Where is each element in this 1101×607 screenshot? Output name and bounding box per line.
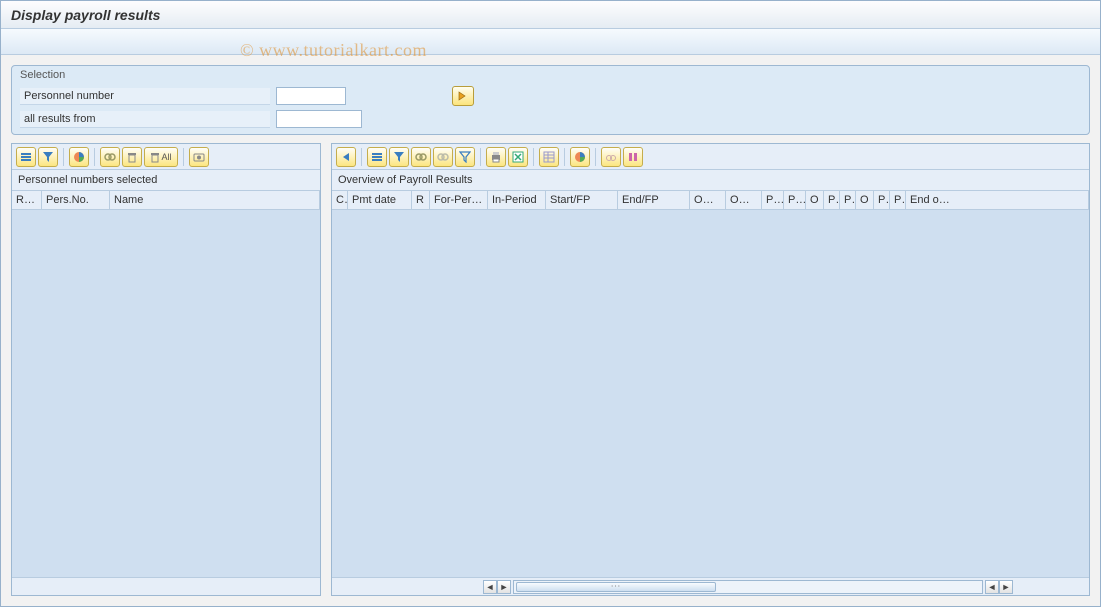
toolbar-separator: [183, 148, 184, 166]
binoculars-icon: [104, 151, 116, 163]
left-grid-header: R… Pers.No. Name: [12, 190, 320, 210]
excel-icon: [512, 151, 524, 163]
details-icon: [20, 151, 32, 163]
grid-icon: [543, 151, 555, 163]
all-label: All: [161, 152, 171, 162]
multiple-selection-button[interactable]: [452, 86, 474, 106]
toolbar-separator: [564, 148, 565, 166]
find-button[interactable]: [100, 147, 120, 167]
title-bar: Display payroll results: [1, 1, 1100, 29]
right-grid-header: C Pmt date R For-Peri… In-Period Start/F…: [332, 190, 1089, 210]
application-toolbar: [1, 29, 1100, 55]
filter-icon: [459, 151, 471, 163]
right-col-c[interactable]: C: [332, 191, 348, 209]
left-panel-title: Personnel numbers selected: [12, 170, 320, 190]
horizontal-scrollbar[interactable]: [513, 580, 983, 594]
all-results-from-label: all results from: [20, 111, 270, 128]
right-panel-title: Overview of Payroll Results: [332, 170, 1089, 190]
binoculars-plus-icon: [437, 151, 449, 163]
printer-icon: [490, 151, 502, 163]
left-col-persno[interactable]: Pers.No.: [42, 191, 110, 209]
payroll-results-panel: Overview of Payroll Results C Pmt date R…: [331, 143, 1090, 596]
filter-button[interactable]: [38, 147, 58, 167]
back-button[interactable]: [336, 147, 356, 167]
right-col-o2[interactable]: O: [856, 191, 874, 209]
right-col-endof[interactable]: End o…: [906, 191, 1089, 209]
scrollbar-thumb[interactable]: [516, 582, 716, 592]
column-button[interactable]: [623, 147, 643, 167]
right-col-p3[interactable]: P: [824, 191, 840, 209]
right-col-oc1[interactable]: OC …: [690, 191, 726, 209]
right-grid-body[interactable]: [332, 210, 1089, 577]
selection-group-label: Selection: [12, 66, 1089, 84]
toolbar-separator: [94, 148, 95, 166]
funnel-icon: [393, 151, 405, 163]
right-toolbar: [332, 144, 1089, 170]
arrow-left-icon: [340, 151, 352, 163]
toolbar-separator: [480, 148, 481, 166]
selection-group: Selection Personnel number all results f…: [11, 65, 1090, 135]
pie-chart-icon: [73, 151, 85, 163]
columns-icon: [627, 151, 639, 163]
export-button[interactable]: [508, 147, 528, 167]
right-col-p6[interactable]: P: [890, 191, 906, 209]
set-filter-button[interactable]: [455, 147, 475, 167]
scroll-right-end-button[interactable]: ►: [999, 580, 1013, 594]
right-col-p2[interactable]: P…: [784, 191, 806, 209]
right-col-p5[interactable]: P: [874, 191, 890, 209]
layout-button[interactable]: [539, 147, 559, 167]
find-button[interactable]: [411, 147, 431, 167]
right-scroll-footer: ◄ ► ◄ ►: [332, 577, 1089, 595]
arrow-right-icon: [457, 90, 469, 102]
right-col-p1[interactable]: P…: [762, 191, 784, 209]
right-col-oc2[interactable]: OC …: [726, 191, 762, 209]
funnel-icon: [42, 151, 54, 163]
left-grid-body[interactable]: [12, 210, 320, 577]
toolbar-separator: [361, 148, 362, 166]
toolbar-separator: [595, 148, 596, 166]
details-icon: [371, 151, 383, 163]
pie-chart-icon: [574, 151, 586, 163]
delete-all-button[interactable]: All: [144, 147, 178, 167]
personnel-number-label: Personnel number: [20, 88, 270, 105]
all-results-from-input[interactable]: [276, 110, 362, 128]
camera-icon: [193, 151, 205, 163]
graphics-button[interactable]: [69, 147, 89, 167]
glasses-icon: [605, 151, 617, 163]
personnel-numbers-panel: All Personnel numbers selected R… Pers.N…: [11, 143, 321, 596]
photo-button[interactable]: [189, 147, 209, 167]
print-button[interactable]: [486, 147, 506, 167]
expand-button[interactable]: [601, 147, 621, 167]
scroll-left-end-button[interactable]: ◄: [985, 580, 999, 594]
right-col-r[interactable]: R: [412, 191, 430, 209]
personnel-number-input[interactable]: [276, 87, 346, 105]
sort-button[interactable]: [389, 147, 409, 167]
right-col-forperiod[interactable]: For-Peri…: [430, 191, 488, 209]
page-title: Display payroll results: [11, 7, 160, 23]
right-col-endfp[interactable]: End/FP: [618, 191, 690, 209]
find-next-button[interactable]: [433, 147, 453, 167]
details-button[interactable]: [16, 147, 36, 167]
delete-button[interactable]: [122, 147, 142, 167]
trash-icon: [150, 151, 160, 163]
right-col-o1[interactable]: O: [806, 191, 824, 209]
binoculars-icon: [415, 151, 427, 163]
right-col-p4[interactable]: P: [840, 191, 856, 209]
left-toolbar: All: [12, 144, 320, 170]
graphics-button[interactable]: [570, 147, 590, 167]
right-col-pmtdate[interactable]: Pmt date: [348, 191, 412, 209]
left-col-r[interactable]: R…: [12, 191, 42, 209]
scroll-right-button[interactable]: ►: [497, 580, 511, 594]
trash-icon: [126, 151, 138, 163]
right-col-inperiod[interactable]: In-Period: [488, 191, 546, 209]
left-col-name[interactable]: Name: [110, 191, 320, 209]
toolbar-separator: [63, 148, 64, 166]
scroll-left-button[interactable]: ◄: [483, 580, 497, 594]
toolbar-separator: [533, 148, 534, 166]
left-scroll-footer: [12, 577, 320, 595]
right-col-startfp[interactable]: Start/FP: [546, 191, 618, 209]
details-button[interactable]: [367, 147, 387, 167]
